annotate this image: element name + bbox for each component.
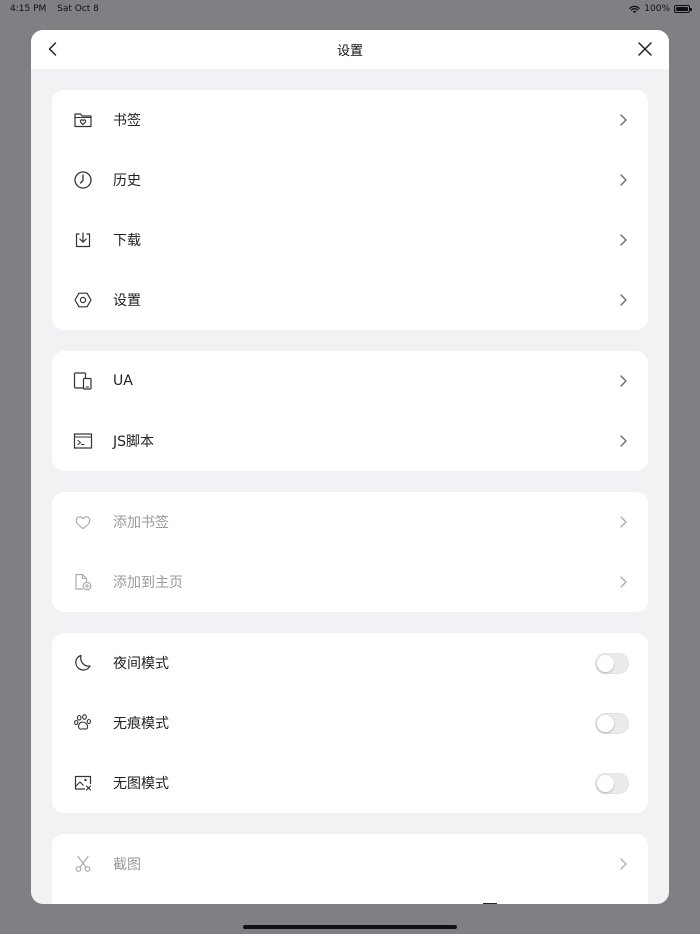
no-image-mode-toggle[interactable]: [595, 772, 629, 794]
row-downloads[interactable]: 下载: [52, 210, 648, 270]
status-right: 100%: [629, 4, 692, 14]
row-label: 书签: [113, 113, 141, 129]
battery-icon: [674, 5, 692, 13]
chevron-right-icon: [620, 375, 627, 387]
row-label: JS脚本: [113, 434, 155, 450]
toggle-knob: [597, 774, 614, 792]
chevron-right-icon: [620, 576, 627, 588]
row-label: 截图: [113, 857, 141, 873]
row-js-script[interactable]: JS脚本: [52, 411, 648, 471]
chevron-right-icon: [620, 858, 627, 870]
chevron-left-icon[interactable]: [43, 39, 63, 59]
wifi-icon: [629, 5, 641, 13]
row-label: 无痕模式: [113, 716, 169, 732]
status-bar: 4:15 PM Sat Oct 8 100%: [0, 0, 700, 18]
settings-group-advanced: UA JS脚本: [52, 351, 648, 471]
chevron-right-icon: [620, 114, 627, 126]
row-label: UA: [113, 373, 133, 389]
row-label: 夜间模式: [113, 656, 169, 672]
battery-fill: [676, 7, 688, 11]
settings-hexagon-icon: [72, 289, 94, 311]
status-left: 4:15 PM Sat Oct 8: [10, 4, 107, 14]
row-no-image-mode: 无图模式: [52, 753, 648, 813]
paw-icon: [72, 712, 94, 734]
row-partial: [52, 894, 648, 904]
add-to-home-icon: [72, 571, 94, 593]
moon-icon: [72, 652, 94, 674]
scissors-icon: [72, 853, 94, 875]
chevron-right-icon: [620, 435, 627, 447]
row-screenshot[interactable]: 截图: [52, 834, 648, 894]
row-label: 下载: [113, 233, 141, 249]
status-date: Sat Oct 8: [57, 4, 99, 14]
terminal-icon: [72, 430, 94, 452]
battery-percent: 100%: [644, 4, 670, 14]
chevron-right-icon: [620, 516, 627, 528]
nav-bar: 设置: [31, 30, 669, 69]
devices-icon: [72, 370, 94, 392]
clock-icon: [72, 169, 94, 191]
status-time: 4:15 PM: [10, 4, 47, 14]
chevron-right-icon: [620, 234, 627, 246]
row-night-mode: 夜间模式: [52, 633, 648, 693]
page-title: 设置: [336, 44, 363, 59]
row-add-to-home[interactable]: 添加到主页: [52, 552, 648, 612]
toggle-knob: [597, 654, 614, 672]
chevron-right-icon: [620, 294, 627, 306]
close-icon[interactable]: [635, 39, 655, 59]
bookmark-folder-icon: [72, 109, 94, 131]
divider: [483, 903, 497, 904]
settings-group-main: 书签 历史 下载 设置: [52, 90, 648, 330]
row-label: 无图模式: [113, 776, 169, 792]
no-image-icon: [72, 772, 94, 794]
row-history[interactable]: 历史: [52, 150, 648, 210]
settings-group-add: 添加书签 添加到主页: [52, 492, 648, 612]
chevron-right-icon: [620, 174, 627, 186]
incognito-mode-toggle[interactable]: [595, 712, 629, 734]
heart-icon: [72, 511, 94, 533]
row-settings[interactable]: 设置: [52, 270, 648, 330]
settings-group-modes: 夜间模式 无痕模式 无图模式: [52, 633, 648, 813]
toggle-knob: [597, 714, 614, 732]
night-mode-toggle[interactable]: [595, 652, 629, 674]
row-label: 设置: [113, 293, 141, 309]
row-label: 历史: [113, 173, 141, 189]
row-bookmarks[interactable]: 书签: [52, 90, 648, 150]
row-add-bookmark[interactable]: 添加书签: [52, 492, 648, 552]
row-label: 添加到主页: [113, 575, 183, 591]
row-label: 添加书签: [113, 515, 169, 531]
settings-list: 书签 历史 下载 设置 UA JS脚本 添加书签 添加到主页 夜间模式 无痕模式…: [52, 90, 648, 904]
row-incognito-mode: 无痕模式: [52, 693, 648, 753]
row-ua[interactable]: UA: [52, 351, 648, 411]
settings-group-tools: 截图: [52, 834, 648, 904]
home-indicator[interactable]: [243, 925, 457, 929]
settings-sheet: 设置 书签 历史 下载 设置 UA JS脚本 添加书签 添加到主页 夜间模式 无…: [31, 30, 669, 904]
download-icon: [72, 229, 94, 251]
